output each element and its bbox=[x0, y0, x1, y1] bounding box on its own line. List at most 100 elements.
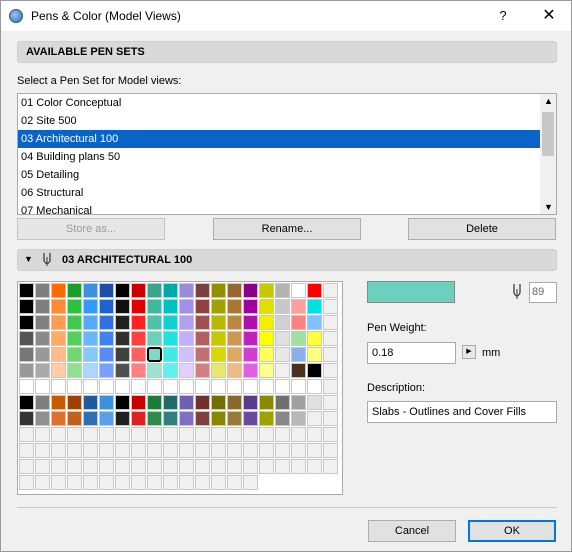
pen-color-cell[interactable] bbox=[147, 363, 162, 378]
pen-color-cell[interactable] bbox=[243, 427, 258, 442]
pen-color-cell[interactable] bbox=[307, 379, 322, 394]
pen-color-cell[interactable] bbox=[227, 315, 242, 330]
pen-color-cell[interactable] bbox=[99, 411, 114, 426]
pen-color-cell[interactable] bbox=[291, 459, 306, 474]
pen-color-cell[interactable] bbox=[19, 347, 34, 362]
pen-color-cell[interactable] bbox=[179, 363, 194, 378]
pen-color-cell[interactable] bbox=[275, 427, 290, 442]
pen-color-cell[interactable] bbox=[163, 475, 178, 490]
pen-color-cell[interactable] bbox=[307, 443, 322, 458]
pen-color-cell[interactable] bbox=[291, 283, 306, 298]
pen-color-cell[interactable] bbox=[35, 347, 50, 362]
pen-color-cell[interactable] bbox=[19, 299, 34, 314]
pen-color-cell[interactable] bbox=[115, 363, 130, 378]
pen-set-list-item[interactable]: 03 Architectural 100 bbox=[18, 130, 540, 148]
pen-color-cell[interactable] bbox=[307, 363, 322, 378]
pen-color-cell[interactable] bbox=[19, 459, 34, 474]
pen-set-list-item[interactable]: 02 Site 500 bbox=[18, 112, 540, 130]
pen-color-cell[interactable] bbox=[99, 331, 114, 346]
scroll-down-icon[interactable]: ▼ bbox=[544, 202, 553, 212]
pen-color-cell[interactable] bbox=[259, 331, 274, 346]
pen-color-cell[interactable] bbox=[147, 395, 162, 410]
pen-color-cell[interactable] bbox=[291, 315, 306, 330]
pen-color-cell[interactable] bbox=[115, 411, 130, 426]
pen-color-cell[interactable] bbox=[323, 347, 338, 362]
pen-color-cell[interactable] bbox=[275, 299, 290, 314]
pen-color-cell[interactable] bbox=[99, 299, 114, 314]
pen-color-cell[interactable] bbox=[195, 379, 210, 394]
pen-color-cell[interactable] bbox=[291, 427, 306, 442]
pen-color-cell[interactable] bbox=[291, 395, 306, 410]
pen-color-cell[interactable] bbox=[291, 379, 306, 394]
pen-color-cell[interactable] bbox=[115, 459, 130, 474]
pen-color-cell[interactable] bbox=[99, 379, 114, 394]
pen-color-cell[interactable] bbox=[195, 315, 210, 330]
pen-color-cell[interactable] bbox=[51, 379, 66, 394]
pen-color-cell[interactable] bbox=[291, 299, 306, 314]
pen-color-cell[interactable] bbox=[131, 283, 146, 298]
pen-color-cell[interactable] bbox=[115, 283, 130, 298]
pen-color-cell[interactable] bbox=[179, 459, 194, 474]
pen-color-cell[interactable] bbox=[99, 315, 114, 330]
pen-set-list-item[interactable]: 05 Detailing bbox=[18, 166, 540, 184]
pen-color-cell[interactable] bbox=[179, 411, 194, 426]
pen-color-cell[interactable] bbox=[19, 315, 34, 330]
pen-color-cell[interactable] bbox=[67, 411, 82, 426]
pen-color-cell[interactable] bbox=[227, 283, 242, 298]
pen-color-cell[interactable] bbox=[211, 299, 226, 314]
store-as-button[interactable]: Store as... bbox=[17, 218, 165, 240]
pen-color-cell[interactable] bbox=[83, 475, 98, 490]
pen-color-cell[interactable] bbox=[147, 283, 162, 298]
pen-color-cell[interactable] bbox=[83, 315, 98, 330]
pen-color-swatch[interactable] bbox=[367, 281, 455, 303]
pen-color-cell[interactable] bbox=[67, 459, 82, 474]
pen-color-cell[interactable] bbox=[291, 363, 306, 378]
pen-color-cell[interactable] bbox=[243, 347, 258, 362]
pen-color-cell[interactable] bbox=[163, 283, 178, 298]
pen-color-cell[interactable] bbox=[99, 283, 114, 298]
pen-color-cell[interactable] bbox=[147, 347, 162, 362]
pen-color-cell[interactable] bbox=[275, 379, 290, 394]
pen-color-cell[interactable] bbox=[19, 411, 34, 426]
pen-color-cell[interactable] bbox=[51, 299, 66, 314]
pen-color-cell[interactable] bbox=[163, 459, 178, 474]
pen-color-cell[interactable] bbox=[83, 347, 98, 362]
pen-color-cell[interactable] bbox=[163, 299, 178, 314]
pen-color-cell[interactable] bbox=[243, 363, 258, 378]
pen-color-cell[interactable] bbox=[323, 427, 338, 442]
pen-color-cell[interactable] bbox=[259, 315, 274, 330]
pen-color-cell[interactable] bbox=[51, 427, 66, 442]
pen-color-cell[interactable] bbox=[259, 363, 274, 378]
pen-color-cell[interactable] bbox=[115, 331, 130, 346]
pen-color-cell[interactable] bbox=[179, 379, 194, 394]
pen-color-cell[interactable] bbox=[131, 459, 146, 474]
pen-color-cell[interactable] bbox=[307, 347, 322, 362]
pen-set-list-item[interactable]: 04 Building plans 50 bbox=[18, 148, 540, 166]
pen-color-cell[interactable] bbox=[67, 443, 82, 458]
pen-color-cell[interactable] bbox=[163, 315, 178, 330]
pen-color-cell[interactable] bbox=[227, 443, 242, 458]
pen-color-cell[interactable] bbox=[35, 379, 50, 394]
pen-color-cell[interactable] bbox=[67, 363, 82, 378]
pen-color-cell[interactable] bbox=[35, 395, 50, 410]
pen-color-cell[interactable] bbox=[115, 395, 130, 410]
pen-color-palette[interactable] bbox=[17, 281, 343, 495]
pen-color-cell[interactable] bbox=[67, 315, 82, 330]
pen-set-header[interactable]: ▼ 03 ARCHITECTURAL 100 bbox=[17, 249, 557, 271]
pen-color-cell[interactable] bbox=[179, 427, 194, 442]
pen-color-cell[interactable] bbox=[243, 443, 258, 458]
pen-color-cell[interactable] bbox=[179, 299, 194, 314]
pen-color-cell[interactable] bbox=[19, 427, 34, 442]
pen-color-cell[interactable] bbox=[51, 363, 66, 378]
pen-color-cell[interactable] bbox=[51, 395, 66, 410]
pen-color-cell[interactable] bbox=[147, 443, 162, 458]
pen-color-cell[interactable] bbox=[291, 443, 306, 458]
pen-color-cell[interactable] bbox=[259, 443, 274, 458]
pen-color-cell[interactable] bbox=[147, 411, 162, 426]
pen-color-cell[interactable] bbox=[291, 347, 306, 362]
pen-color-cell[interactable] bbox=[323, 331, 338, 346]
pen-color-cell[interactable] bbox=[211, 283, 226, 298]
pen-color-cell[interactable] bbox=[259, 299, 274, 314]
description-input[interactable]: Slabs - Outlines and Cover Fills bbox=[367, 401, 557, 423]
pen-color-cell[interactable] bbox=[259, 379, 274, 394]
